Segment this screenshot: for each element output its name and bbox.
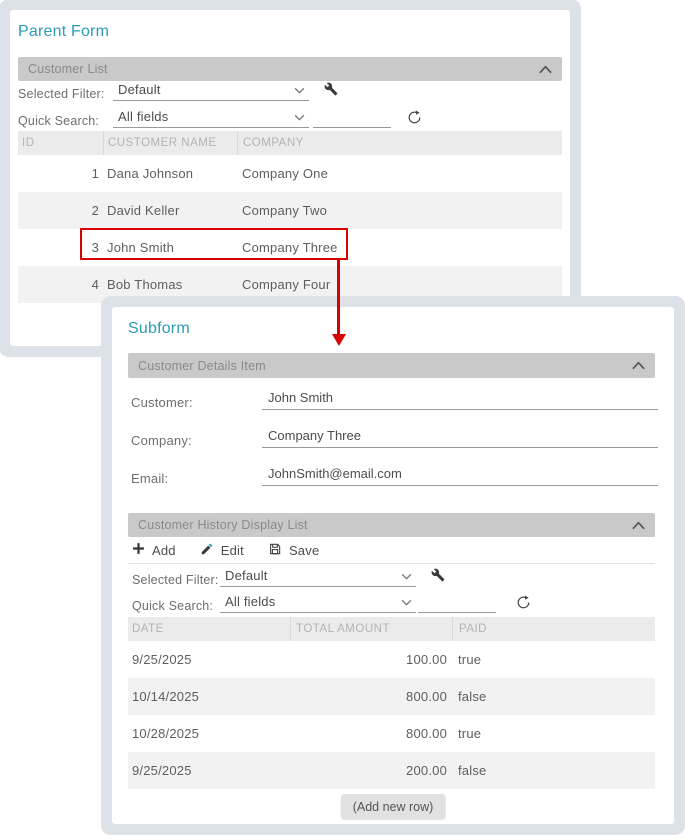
customer-field-label: Customer:: [131, 395, 193, 410]
page: Parent Form Customer List Selected Filte…: [0, 0, 685, 840]
cell-date: 9/25/2025: [132, 652, 192, 667]
cell-company: Company One: [242, 166, 329, 181]
column-header-paid: PAID: [452, 617, 655, 641]
table-row[interactable]: 9/25/2025 200.00 false: [128, 752, 655, 789]
refresh-icon[interactable]: [406, 109, 423, 126]
panel-title: Customer Details Item: [138, 358, 266, 373]
cell-company: Company Four: [242, 277, 331, 292]
pencil-icon: [200, 542, 214, 559]
cell-id: 2: [91, 203, 99, 218]
cell-id: 3: [91, 240, 99, 255]
edit-button[interactable]: Edit: [200, 542, 244, 559]
quick-search-input[interactable]: [313, 109, 391, 128]
cell-paid: true: [458, 652, 482, 667]
quick-search-label: Quick Search:: [18, 114, 100, 128]
cell-customer-name: David Keller: [107, 203, 180, 218]
chevron-down-icon: [401, 594, 412, 609]
cell-total-amount: 800.00: [406, 726, 447, 741]
add-new-row-button[interactable]: (Add new row): [340, 794, 446, 820]
cell-total-amount: 800.00: [406, 689, 447, 704]
panel-title: Customer History Display List: [138, 518, 308, 532]
cell-company: Company Three: [242, 240, 338, 255]
quick-search-input[interactable]: [418, 594, 496, 613]
customer-table: ID CUSTOMER NAME COMPANY 1 Dana Johnson …: [18, 131, 562, 303]
cell-customer-name: John Smith: [107, 240, 175, 255]
parent-form-card: Parent Form Customer List Selected Filte…: [10, 10, 570, 346]
panel-header-customer-history[interactable]: Customer History Display List: [128, 513, 655, 537]
cell-total-amount: 200.00: [406, 763, 447, 778]
table-row[interactable]: 10/14/2025 800.00 false: [128, 678, 655, 715]
panel-title: Customer List: [28, 62, 108, 76]
cell-customer-name: Bob Thomas: [107, 277, 183, 292]
cell-total-amount: 100.00: [406, 652, 447, 667]
column-header-total-amount: TOTAL AMOUNT: [290, 617, 452, 641]
company-field-label: Company:: [131, 433, 192, 448]
column-header-company: COMPANY: [237, 131, 562, 155]
save-button-label: Save: [288, 542, 320, 558]
save-button[interactable]: Save: [268, 542, 319, 559]
history-table-header: DATE TOTAL AMOUNT PAID: [128, 617, 655, 641]
chevron-down-icon: [401, 568, 412, 583]
quick-search-field-dropdown[interactable]: All fields: [220, 594, 416, 613]
table-row[interactable]: 2 David Keller Company Two: [18, 192, 562, 229]
table-row[interactable]: 4 Bob Thomas Company Four: [18, 266, 562, 303]
collapse-chevron-up-icon[interactable]: [632, 520, 645, 530]
panel-header-customer-details[interactable]: Customer Details Item: [128, 353, 655, 378]
selected-filter-dropdown[interactable]: Default: [113, 82, 309, 101]
cell-date: 10/14/2025: [132, 689, 200, 704]
add-button[interactable]: Add: [132, 542, 176, 558]
table-row-selected[interactable]: 3 John Smith Company Three: [18, 229, 562, 266]
table-row[interactable]: 9/25/2025 100.00 true: [128, 641, 655, 678]
cell-date: 9/25/2025: [132, 763, 192, 778]
cell-id: 1: [91, 166, 99, 181]
column-header-id: ID: [22, 137, 35, 149]
selected-filter-value: Default: [225, 568, 268, 583]
selected-filter-label: Selected Filter:: [132, 573, 219, 587]
column-header-customer-name: CUSTOMER NAME: [103, 131, 237, 155]
cell-paid: true: [458, 726, 482, 741]
cell-paid: false: [458, 689, 487, 704]
history-toolbar: Add Edit Save: [128, 537, 655, 564]
customer-table-header: ID CUSTOMER NAME COMPANY: [18, 131, 562, 155]
table-row[interactable]: 1 Dana Johnson Company One: [18, 155, 562, 192]
history-table: DATE TOTAL AMOUNT PAID 9/25/2025 100.00 …: [128, 617, 655, 789]
quick-search-field-value: All fields: [225, 594, 276, 609]
table-row[interactable]: 10/28/2025 800.00 true: [128, 715, 655, 752]
refresh-icon[interactable]: [515, 594, 532, 611]
customer-field-input[interactable]: [262, 389, 658, 410]
quick-search-label: Quick Search:: [132, 599, 214, 613]
cell-company: Company Two: [242, 203, 328, 218]
selected-filter-label: Selected Filter:: [18, 87, 105, 101]
quick-search-field-value: All fields: [118, 109, 169, 124]
filter-settings-wrench-icon[interactable]: [323, 81, 339, 97]
selected-filter-dropdown[interactable]: Default: [220, 568, 416, 587]
email-field-input[interactable]: [262, 465, 658, 486]
chevron-down-icon: [294, 82, 305, 97]
cell-customer-name: Dana Johnson: [107, 166, 194, 181]
floppy-save-icon: [268, 542, 282, 559]
filter-settings-wrench-icon[interactable]: [430, 567, 446, 583]
company-field-input[interactable]: [262, 427, 658, 448]
cell-id: 4: [91, 277, 99, 292]
cell-date: 10/28/2025: [132, 726, 200, 741]
chevron-down-icon: [294, 109, 305, 124]
cell-paid: false: [458, 763, 487, 778]
add-button-label: Add: [152, 542, 176, 558]
plus-icon: [132, 542, 145, 558]
subform-title: Subform: [128, 320, 190, 337]
selected-filter-value: Default: [118, 82, 161, 97]
panel-header-customer-list[interactable]: Customer List: [18, 57, 562, 81]
parent-form-title: Parent Form: [18, 23, 110, 40]
column-header-date: DATE: [132, 623, 164, 635]
quick-search-field-dropdown[interactable]: All fields: [113, 109, 309, 128]
edit-button-label: Edit: [220, 542, 244, 558]
subform-card: Subform Customer Details Item Customer: …: [112, 307, 674, 824]
collapse-chevron-up-icon[interactable]: [539, 64, 552, 74]
email-field-label: Email:: [131, 471, 169, 486]
collapse-chevron-up-icon[interactable]: [632, 361, 645, 370]
